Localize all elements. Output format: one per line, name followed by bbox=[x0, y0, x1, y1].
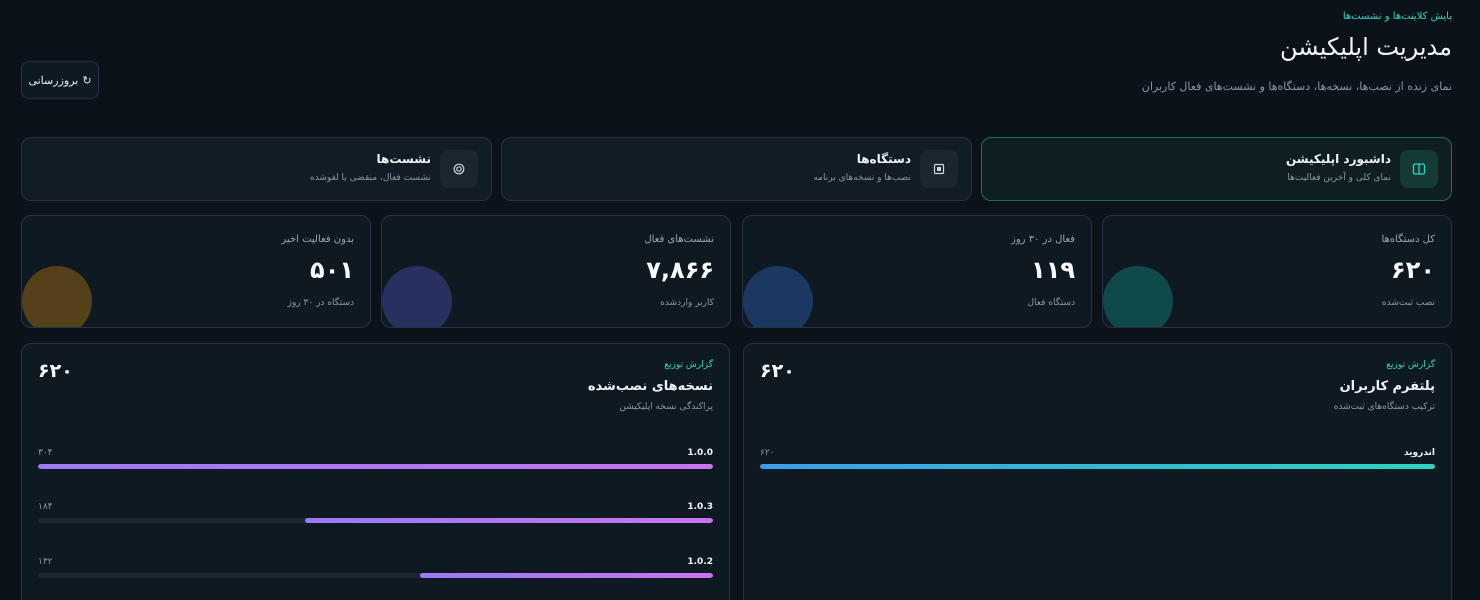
bar-row-version: 1.0.0 ۳۰۴ bbox=[38, 448, 713, 478]
stat-value: ۷,۸۶۶ bbox=[646, 256, 714, 284]
panel-total: ۶۲۰ bbox=[760, 360, 795, 382]
bar-track bbox=[38, 518, 713, 523]
bar-track bbox=[760, 464, 1435, 469]
decorative-blob bbox=[743, 266, 813, 327]
refresh-icon: ↻ bbox=[82, 74, 92, 87]
nav-desc: نصب‌ها و نسخه‌های برنامه bbox=[813, 173, 911, 183]
panel-eyebrow: گزارش توزیع bbox=[664, 360, 713, 370]
stat-card-active-30d: فعال در ۳۰ روز ۱۱۹ دستگاه فعال bbox=[742, 215, 1092, 328]
layout-icon bbox=[1400, 150, 1438, 188]
bar-count: ۱۸۴ bbox=[38, 502, 53, 512]
panel-eyebrow: گزارش توزیع bbox=[1386, 360, 1435, 370]
panel-title: نسخه‌های نصب‌شده bbox=[587, 379, 713, 394]
bar-row-version: 1.0.3 ۱۸۴ bbox=[38, 502, 713, 532]
bar-label: اندروید bbox=[1403, 448, 1435, 458]
panel-subtitle: پراکندگی نسخه اپلیکیشن bbox=[619, 402, 713, 412]
bar-label: 1.0.3 bbox=[687, 502, 713, 512]
nav-title: دستگاه‌ها bbox=[856, 152, 911, 166]
stat-value: ۵۰۱ bbox=[310, 256, 354, 284]
bar-label: 1.0.0 bbox=[687, 448, 713, 458]
stat-caption: نصب ثبت‌شده bbox=[1381, 298, 1435, 308]
bar-label: 1.0.2 bbox=[687, 557, 713, 567]
panel-total: ۶۲۰ bbox=[38, 360, 73, 382]
bar-track bbox=[38, 464, 713, 469]
page-title: مدیریت اپلیکیشن bbox=[1280, 33, 1452, 61]
refresh-button[interactable]: ↻ بروزرسانی bbox=[21, 61, 99, 99]
stat-card-total-devices: کل دستگاه‌ها ۶۲۰ نصب ثبت‌شده bbox=[1102, 215, 1452, 328]
nav-desc: نشست فعال، منقضی یا لغوشده bbox=[309, 173, 431, 183]
page-subtitle: نمای زنده از نصب‌ها، نسخه‌ها، دستگاه‌ها … bbox=[1141, 80, 1452, 93]
page-eyebrow: پایش کلاینت‌ها و نشست‌ها bbox=[1342, 11, 1452, 22]
target-icon bbox=[440, 150, 478, 188]
decorative-blob bbox=[22, 266, 92, 327]
stat-label: بدون فعالیت اخیر bbox=[281, 234, 354, 245]
stat-caption: دستگاه فعال bbox=[1027, 298, 1075, 308]
nav-card-devices[interactable]: دستگاه‌ها نصب‌ها و نسخه‌های برنامه bbox=[501, 137, 972, 201]
stat-label: کل دستگاه‌ها bbox=[1381, 234, 1436, 245]
device-icon bbox=[920, 150, 958, 188]
bar-row-version: 1.0.2 ۱۳۲ bbox=[38, 557, 713, 587]
bar-count: ۶۲۰ bbox=[760, 448, 775, 458]
refresh-label: بروزرسانی bbox=[28, 74, 79, 87]
platform-panel: گزارش توزیع پلتفرم کاربران ترکیب دستگاه‌… bbox=[743, 343, 1452, 600]
bar-row-platform: اندروید ۶۲۰ bbox=[760, 448, 1435, 478]
stat-value: ۶۲۰ bbox=[1391, 256, 1435, 284]
nav-card-dashboard[interactable]: داشبورد اپلیکیشن نمای کلی و آخرین فعالیت… bbox=[981, 137, 1452, 201]
bar-fill bbox=[760, 464, 1435, 469]
bar-count: ۱۳۲ bbox=[38, 557, 53, 567]
bar-fill bbox=[304, 518, 713, 523]
decorative-blob bbox=[1103, 266, 1173, 327]
stat-card-active-sessions: نشست‌های فعال ۷,۸۶۶ کاربر واردشده bbox=[381, 215, 731, 328]
stat-label: فعال در ۳۰ روز bbox=[1011, 234, 1075, 245]
versions-panel: گزارش توزیع نسخه‌های نصب‌شده پراکندگی نس… bbox=[21, 343, 730, 600]
bar-fill bbox=[420, 573, 713, 578]
panel-title: پلتفرم کاربران bbox=[1339, 379, 1435, 394]
nav-card-sessions[interactable]: نشست‌ها نشست فعال، منقضی یا لغوشده bbox=[21, 137, 492, 201]
bar-track bbox=[38, 573, 713, 578]
bar-count: ۳۰۴ bbox=[38, 448, 53, 458]
nav-title: نشست‌ها bbox=[376, 152, 431, 166]
stat-caption: کاربر واردشده bbox=[660, 298, 714, 308]
stat-label: نشست‌های فعال bbox=[644, 234, 714, 245]
bar-fill bbox=[38, 464, 713, 469]
panel-subtitle: ترکیب دستگاه‌های ثبت‌شده bbox=[1333, 402, 1435, 412]
stat-value: ۱۱۹ bbox=[1031, 256, 1075, 284]
stat-card-inactive: بدون فعالیت اخیر ۵۰۱ دستگاه در ۳۰ روز bbox=[21, 215, 371, 328]
decorative-blob bbox=[382, 266, 452, 327]
nav-desc: نمای کلی و آخرین فعالیت‌ها bbox=[1287, 173, 1391, 183]
stat-caption: دستگاه در ۳۰ روز bbox=[287, 298, 354, 308]
nav-title: داشبورد اپلیکیشن bbox=[1285, 152, 1391, 166]
